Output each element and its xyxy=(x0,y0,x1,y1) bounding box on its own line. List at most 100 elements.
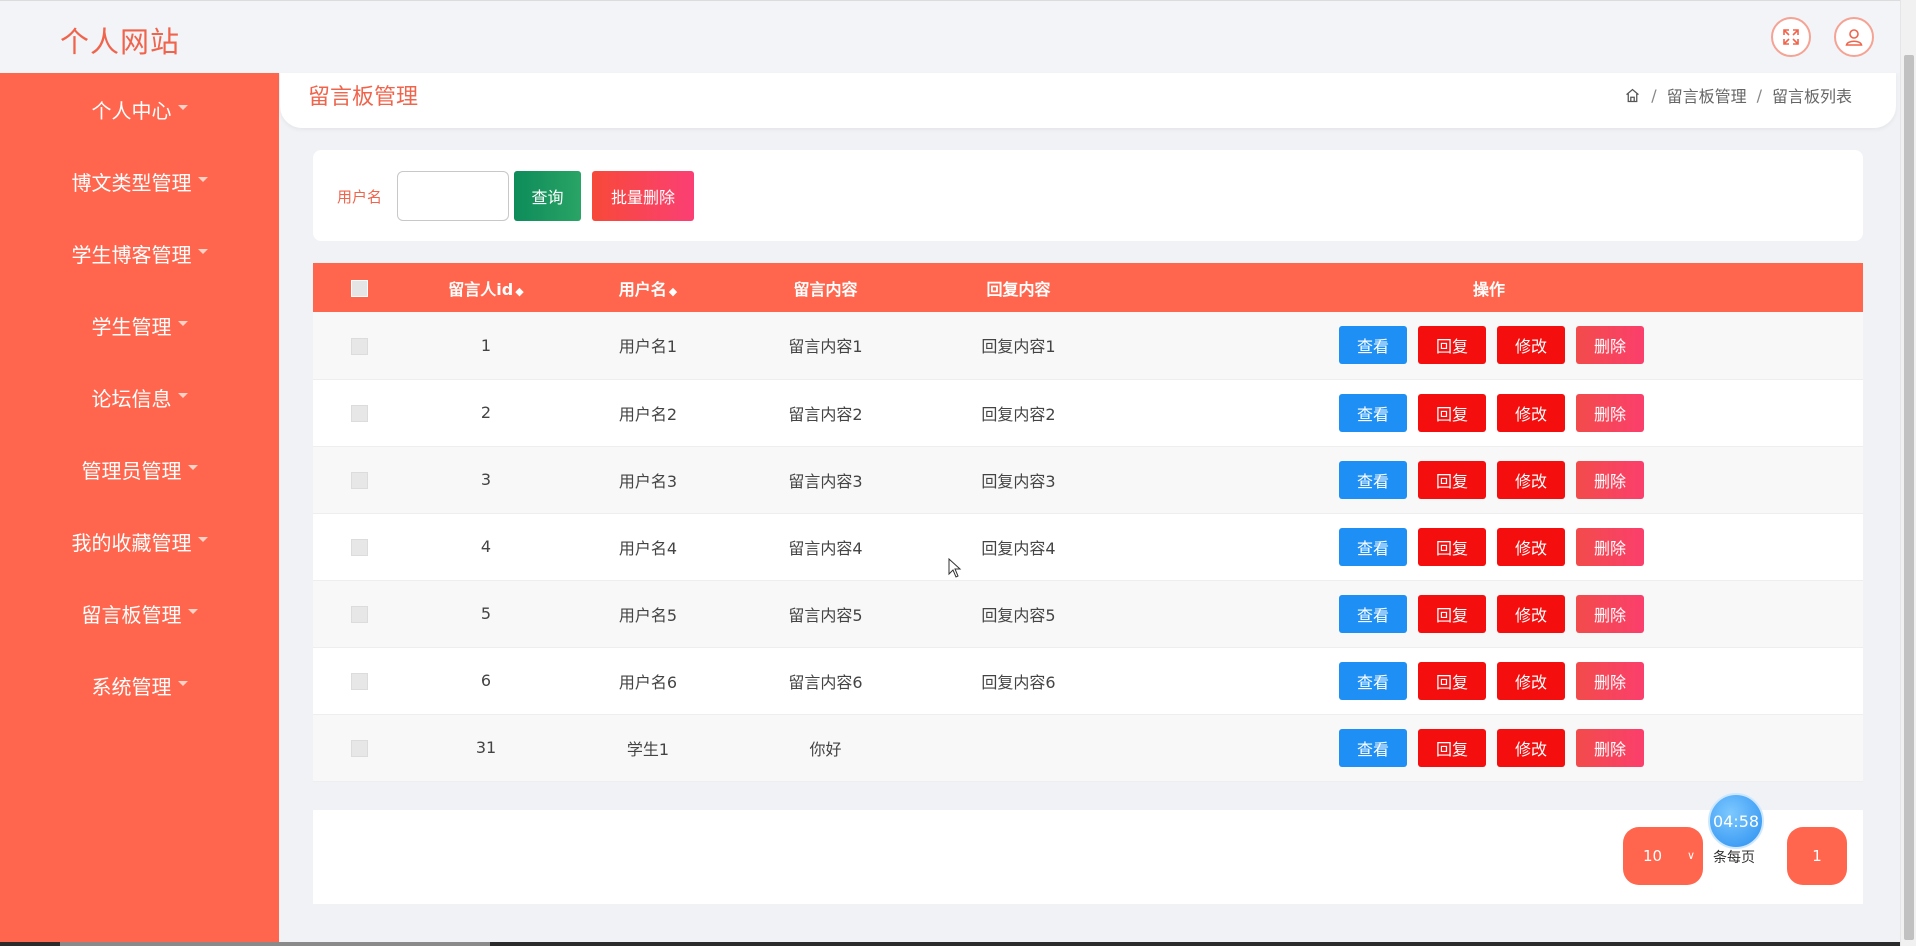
row-select-cell xyxy=(313,312,405,380)
breadcrumb: / 留言板管理 / 留言板列表 xyxy=(1624,83,1852,107)
row-checkbox[interactable] xyxy=(350,673,368,690)
column-header-id[interactable]: 留言人id ◆ xyxy=(405,263,567,312)
cell-actions: 查看 回复 修改 删除 xyxy=(1115,647,1863,715)
sidebar-item-label: 学生管理 xyxy=(91,314,172,339)
cell-id: 2 xyxy=(405,379,567,447)
home-icon[interactable] xyxy=(1624,87,1641,104)
sidebar-item-students[interactable]: 学生管理 xyxy=(0,289,279,361)
sidebar-item-label: 博文类型管理 xyxy=(71,170,192,195)
reply-button[interactable]: 回复 xyxy=(1418,326,1486,365)
caret-down-icon xyxy=(197,176,208,182)
view-button[interactable]: 查看 xyxy=(1339,728,1407,767)
cell-actions: 查看 回复 修改 删除 xyxy=(1115,580,1863,648)
fullscreen-button[interactable] xyxy=(1771,17,1811,57)
delete-button[interactable]: 删除 xyxy=(1576,661,1644,700)
sort-icon[interactable]: ◆ xyxy=(669,285,677,298)
pagination-bar: 10 ∨ 条每页 1 xyxy=(313,810,1863,904)
delete-button[interactable]: 删除 xyxy=(1576,728,1644,767)
table-row: 6 用户名6 留言内容6 回复内容6 查看 回复 修改 删除 xyxy=(313,647,1863,715)
sort-icon[interactable]: ◆ xyxy=(515,285,523,298)
delete-button[interactable]: 删除 xyxy=(1576,393,1644,432)
page-title: 留言板管理 xyxy=(308,85,419,110)
sidebar-item-student-blog[interactable]: 学生博客管理 xyxy=(0,217,279,289)
delete-button[interactable]: 删除 xyxy=(1576,527,1644,566)
row-checkbox[interactable] xyxy=(350,740,368,757)
page-number-button[interactable]: 1 xyxy=(1787,827,1847,885)
sidebar-item-admins[interactable]: 管理员管理 xyxy=(0,433,279,505)
timer-badge[interactable]: 04:58 xyxy=(1708,793,1764,849)
breadcrumb-separator: / xyxy=(1756,85,1762,105)
row-checkbox[interactable] xyxy=(350,405,368,422)
breadcrumb-item-message-list: 留言板列表 xyxy=(1771,87,1852,106)
cell-username: 用户名1 xyxy=(567,312,729,380)
view-button[interactable]: 查看 xyxy=(1339,594,1407,633)
page-size-select[interactable]: 10 ∨ xyxy=(1623,827,1703,885)
delete-button[interactable]: 删除 xyxy=(1576,594,1644,633)
caret-down-icon xyxy=(177,680,188,686)
sidebar-item-favorites[interactable]: 我的收藏管理 xyxy=(0,505,279,577)
scrollbar-thumb[interactable] xyxy=(1904,55,1914,940)
edit-button[interactable]: 修改 xyxy=(1497,728,1565,767)
cell-content: 留言内容2 xyxy=(729,379,922,447)
edit-button[interactable]: 修改 xyxy=(1497,527,1565,566)
cell-id: 31 xyxy=(405,714,567,782)
cell-username: 用户名2 xyxy=(567,379,729,447)
edit-button[interactable]: 修改 xyxy=(1497,661,1565,700)
sidebar-item-system[interactable]: 系统管理 xyxy=(0,649,279,721)
row-select-cell xyxy=(313,647,405,715)
edit-button[interactable]: 修改 xyxy=(1497,460,1565,499)
message-table: 留言人id ◆ 用户名 ◆ 留言内容 回复内容 操作 1 用户名1 留言内容1 回复… xyxy=(313,263,1863,782)
username-search-input[interactable] xyxy=(397,171,509,221)
view-button[interactable]: 查看 xyxy=(1339,527,1407,566)
cell-id: 3 xyxy=(405,446,567,514)
sidebar-item-personal-center[interactable]: 个人中心 xyxy=(0,73,279,145)
cell-reply: 回复内容5 xyxy=(922,580,1115,648)
cell-username: 用户名3 xyxy=(567,446,729,514)
reply-button[interactable]: 回复 xyxy=(1418,393,1486,432)
vertical-scrollbar[interactable] xyxy=(1900,0,1916,946)
row-checkbox[interactable] xyxy=(350,539,368,556)
cell-reply xyxy=(922,714,1115,782)
query-button[interactable]: 查询 xyxy=(514,171,581,221)
select-all-checkbox[interactable] xyxy=(350,280,368,297)
edit-button[interactable]: 修改 xyxy=(1497,393,1565,432)
delete-button[interactable]: 删除 xyxy=(1576,460,1644,499)
reply-button[interactable]: 回复 xyxy=(1418,728,1486,767)
sidebar-item-forum[interactable]: 论坛信息 xyxy=(0,361,279,433)
user-button[interactable] xyxy=(1834,17,1874,57)
cell-reply: 回复内容1 xyxy=(922,312,1115,380)
top-bar: 个人网站 xyxy=(0,0,1900,73)
reply-button[interactable]: 回复 xyxy=(1418,527,1486,566)
sidebar: 个人中心 博文类型管理 学生博客管理 学生管理 论坛信息 管理员管理 我的收藏管… xyxy=(0,73,279,942)
sidebar-item-label: 个人中心 xyxy=(91,98,172,123)
caret-down-icon xyxy=(177,392,188,398)
sidebar-item-blog-type[interactable]: 博文类型管理 xyxy=(0,145,279,217)
sidebar-item-message-board[interactable]: 留言板管理 xyxy=(0,577,279,649)
caret-down-icon xyxy=(177,320,188,326)
row-checkbox[interactable] xyxy=(350,606,368,623)
column-header-username[interactable]: 用户名 ◆ xyxy=(567,263,729,312)
edit-button[interactable]: 修改 xyxy=(1497,326,1565,365)
scrollbar-thumb[interactable] xyxy=(60,942,490,946)
row-select-cell xyxy=(313,379,405,447)
breadcrumb-item-message-board[interactable]: 留言板管理 xyxy=(1667,83,1747,107)
reply-button[interactable]: 回复 xyxy=(1418,661,1486,700)
reply-button[interactable]: 回复 xyxy=(1418,594,1486,633)
view-button[interactable]: 查看 xyxy=(1339,326,1407,365)
sidebar-item-label: 论坛信息 xyxy=(91,386,172,411)
batch-delete-button[interactable]: 批量删除 xyxy=(592,171,694,221)
row-checkbox[interactable] xyxy=(350,472,368,489)
row-checkbox[interactable] xyxy=(350,337,368,355)
caret-down-icon xyxy=(187,464,198,470)
cell-content: 留言内容4 xyxy=(729,513,922,581)
view-button[interactable]: 查看 xyxy=(1339,460,1407,499)
edit-button[interactable]: 修改 xyxy=(1497,594,1565,633)
cell-content: 留言内容3 xyxy=(729,446,922,514)
fullscreen-icon xyxy=(1783,29,1799,45)
sidebar-item-label: 管理员管理 xyxy=(81,458,182,483)
reply-button[interactable]: 回复 xyxy=(1418,460,1486,499)
view-button[interactable]: 查看 xyxy=(1339,661,1407,700)
table-row: 2 用户名2 留言内容2 回复内容2 查看 回复 修改 删除 xyxy=(313,379,1863,447)
view-button[interactable]: 查看 xyxy=(1339,393,1407,432)
delete-button[interactable]: 删除 xyxy=(1576,326,1644,365)
